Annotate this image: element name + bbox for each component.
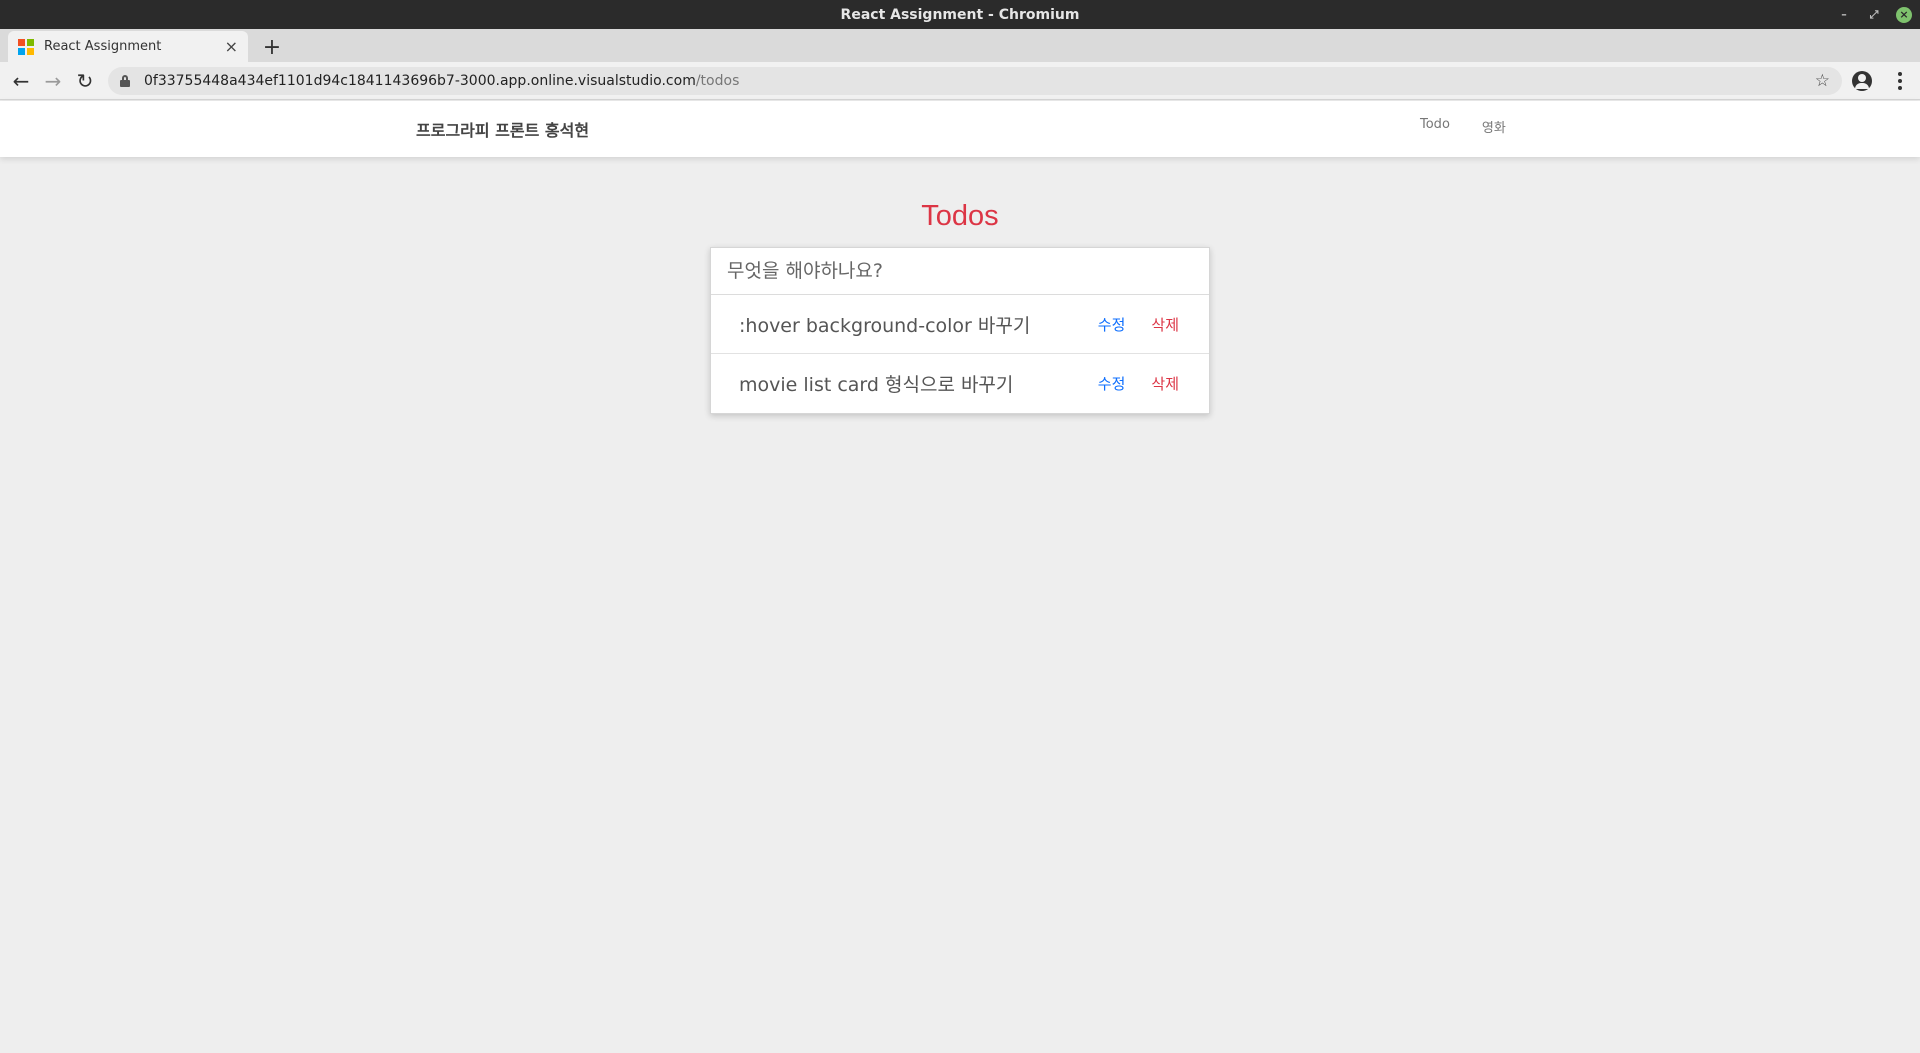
- edit-button[interactable]: 수정: [1098, 314, 1126, 335]
- delete-button[interactable]: 삭제: [1151, 314, 1179, 335]
- restore-icon[interactable]: ⤢: [1866, 7, 1882, 23]
- nav-links: Todo 영화: [1420, 117, 1506, 136]
- nav-link-todo[interactable]: Todo: [1420, 117, 1450, 136]
- url-path: /todos: [695, 73, 740, 89]
- lock-icon[interactable]: [120, 75, 130, 87]
- window-title: React Assignment - Chromium: [840, 6, 1080, 23]
- page-title: Todos: [921, 200, 999, 232]
- browser-toolbar: ← → ↻ 0f33755448a434ef1101d94c1841143696…: [0, 62, 1920, 100]
- menu-icon[interactable]: [1890, 70, 1910, 92]
- nav-link-movie[interactable]: 영화: [1482, 117, 1506, 136]
- todo-card: :hover background-color 바꾸기 수정 삭제 movie …: [710, 247, 1210, 414]
- site-brand[interactable]: 프로그라피 프론트 홍석현: [416, 117, 589, 141]
- forward-icon[interactable]: →: [37, 65, 69, 97]
- close-window-icon[interactable]: ×: [1896, 6, 1912, 23]
- browser-tab[interactable]: React Assignment ×: [8, 31, 248, 62]
- new-tab-button[interactable]: +: [258, 33, 286, 61]
- favicon-icon: [18, 38, 34, 55]
- todo-text[interactable]: :hover background-color 바꾸기: [739, 311, 1098, 338]
- tab-close-icon[interactable]: ×: [225, 37, 238, 56]
- window-titlebar: React Assignment - Chromium – ⤢ ×: [0, 0, 1920, 29]
- delete-button[interactable]: 삭제: [1151, 373, 1179, 394]
- back-icon[interactable]: ←: [5, 65, 37, 97]
- url-host: 0f33755448a434ef1101d94c1841143696b7-300…: [144, 73, 696, 89]
- window-controls: – ⤢ ×: [1836, 0, 1912, 29]
- address-bar[interactable]: 0f33755448a434ef1101d94c1841143696b7-300…: [108, 67, 1842, 95]
- todo-item: :hover background-color 바꾸기 수정 삭제: [711, 295, 1209, 354]
- site-navbar: 프로그라피 프론트 홍석현 Todo 영화: [0, 101, 1920, 157]
- edit-button[interactable]: 수정: [1098, 373, 1126, 394]
- minimize-icon[interactable]: –: [1836, 7, 1852, 23]
- bookmark-star-icon[interactable]: ☆: [1815, 71, 1830, 91]
- todo-text[interactable]: movie list card 형식으로 바꾸기: [739, 370, 1098, 397]
- tab-title: React Assignment: [44, 39, 162, 54]
- todo-input[interactable]: [711, 248, 1209, 295]
- page-content: 프로그라피 프론트 홍석현 Todo 영화 Todos :hover backg…: [0, 101, 1920, 1053]
- profile-icon[interactable]: [1852, 71, 1872, 91]
- tab-strip: React Assignment × +: [0, 29, 1920, 62]
- todo-item: movie list card 형식으로 바꾸기 수정 삭제: [711, 354, 1209, 413]
- reload-icon[interactable]: ↻: [69, 65, 101, 97]
